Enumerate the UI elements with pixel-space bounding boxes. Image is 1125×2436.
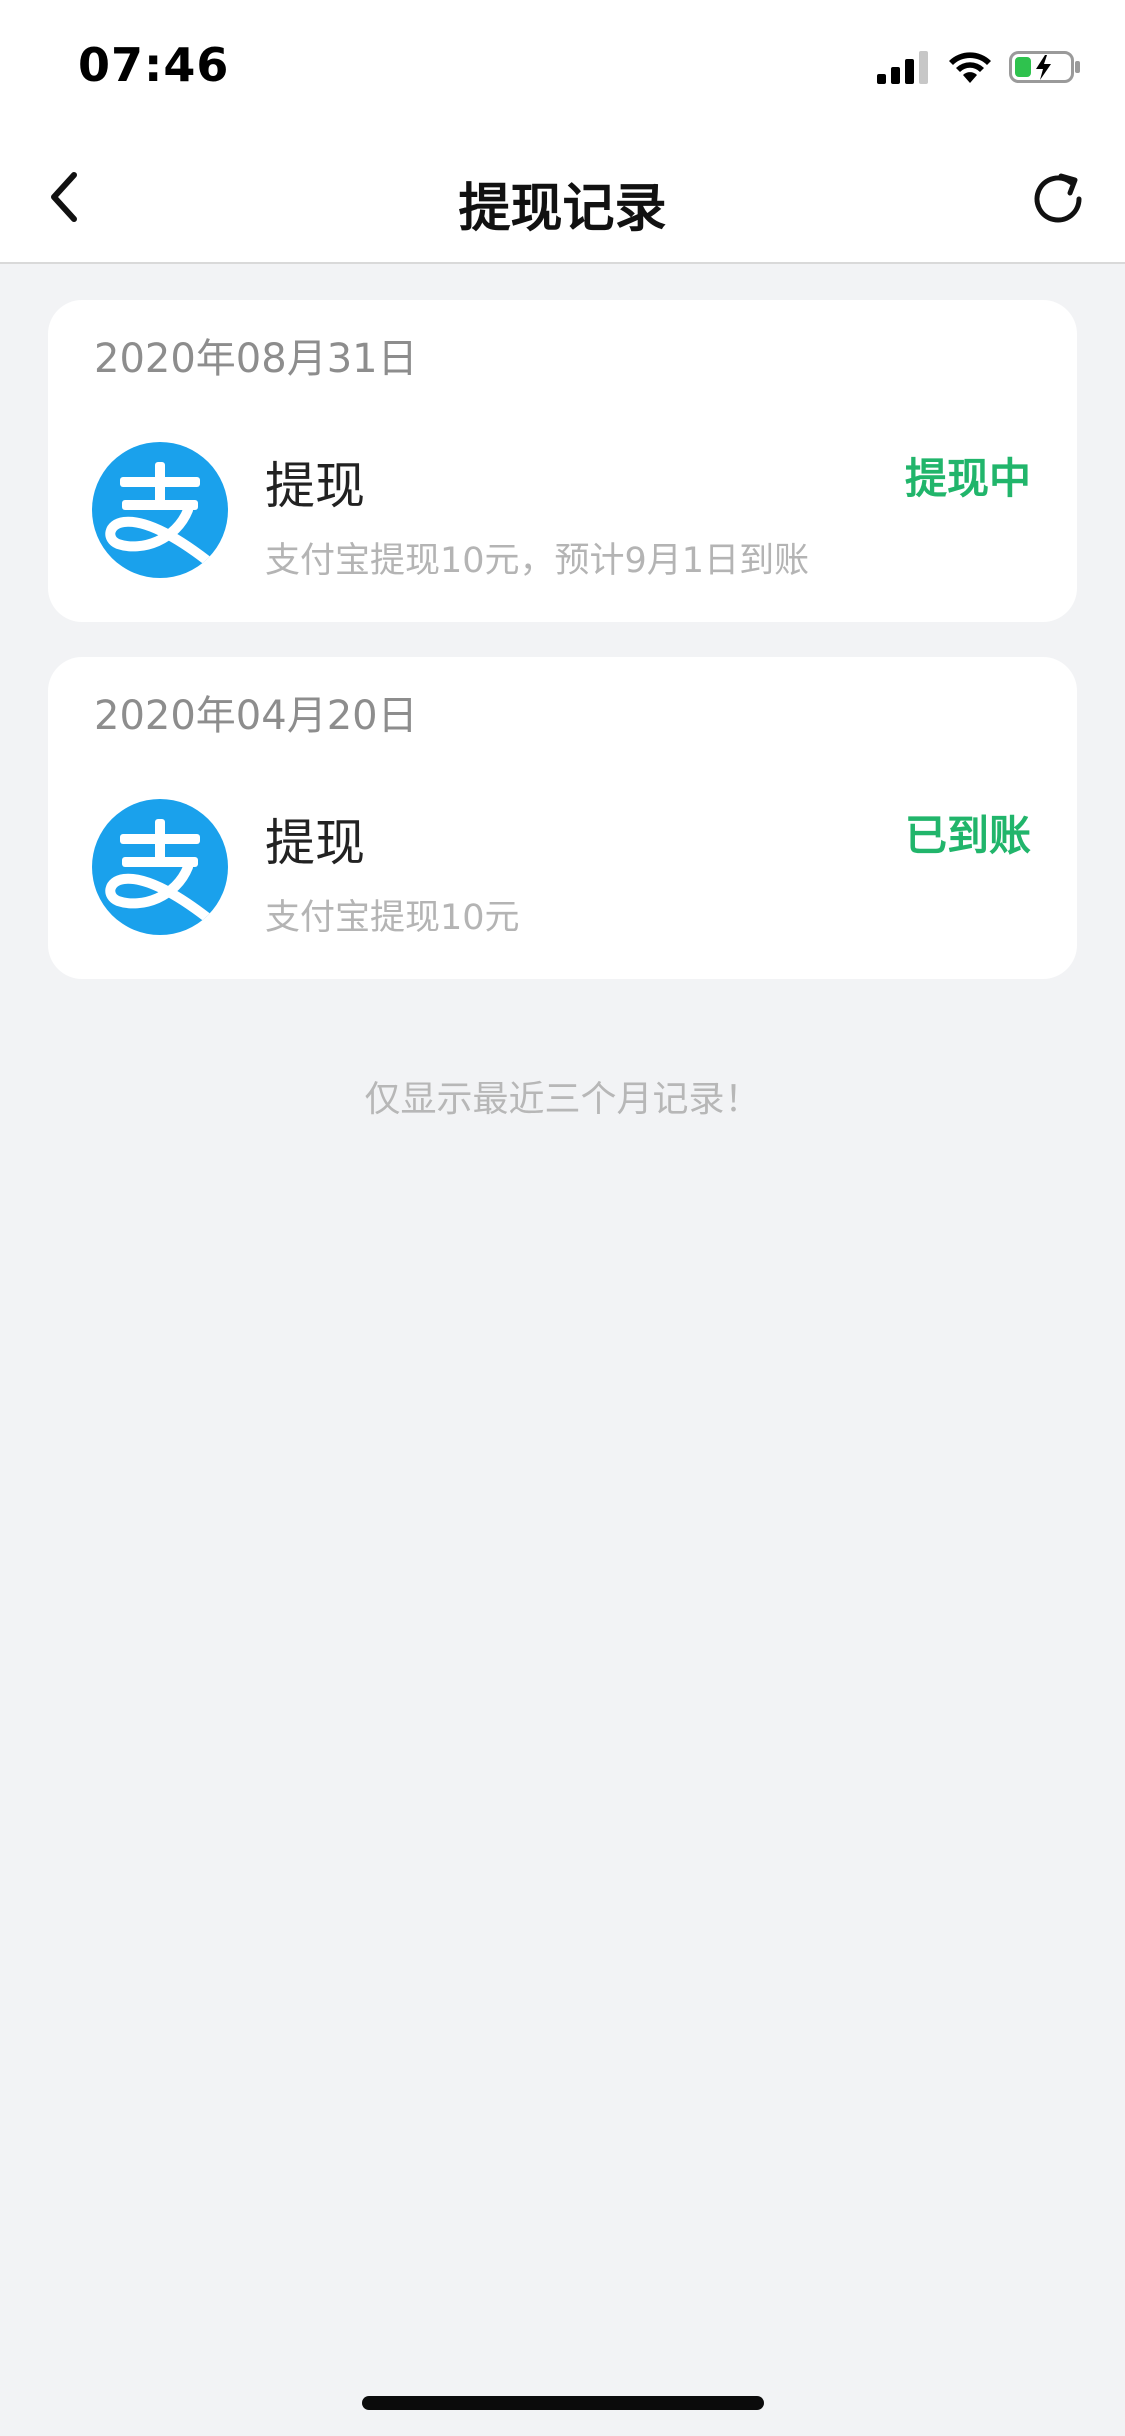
withdrawal-record-card[interactable]: 2020年04月20日 提现 支付宝提现10元 已到账 <box>48 657 1077 979</box>
footer-note: 仅显示最近三个月记录！ <box>364 1079 761 1120</box>
record-description: 支付宝提现10元 <box>265 898 520 938</box>
status-bar: 07:46 <box>0 0 1125 132</box>
refresh-icon <box>1034 173 1082 223</box>
alipay-logo-icon <box>92 442 228 578</box>
alipay-logo-icon <box>92 799 228 935</box>
withdrawal-record-list: 2020年08月31日 提现 支付宝提现10元，预计9月1日到账 提现中 202… <box>48 300 1077 1014</box>
home-indicator[interactable] <box>362 2396 764 2410</box>
record-date: 2020年04月20日 <box>94 693 418 739</box>
status-icons <box>877 46 1081 92</box>
status-time: 07:46 <box>78 38 230 92</box>
battery-charging-icon <box>1009 50 1081 88</box>
wifi-icon <box>947 50 993 88</box>
page-title: 提现记录 <box>458 179 667 239</box>
withdrawal-record-card[interactable]: 2020年08月31日 提现 支付宝提现10元，预计9月1日到账 提现中 <box>48 300 1077 622</box>
status-badge: 已到账 <box>904 811 1031 860</box>
record-description: 支付宝提现10元，预计9月1日到账 <box>265 541 810 581</box>
record-title: 提现 <box>265 814 365 872</box>
record-title: 提现 <box>265 457 365 515</box>
status-badge: 提现中 <box>904 454 1031 503</box>
nav-bar: 提现记录 <box>0 132 1125 264</box>
record-date: 2020年08月31日 <box>94 336 418 382</box>
cellular-signal-icon <box>877 50 931 88</box>
refresh-button[interactable] <box>1029 170 1087 228</box>
